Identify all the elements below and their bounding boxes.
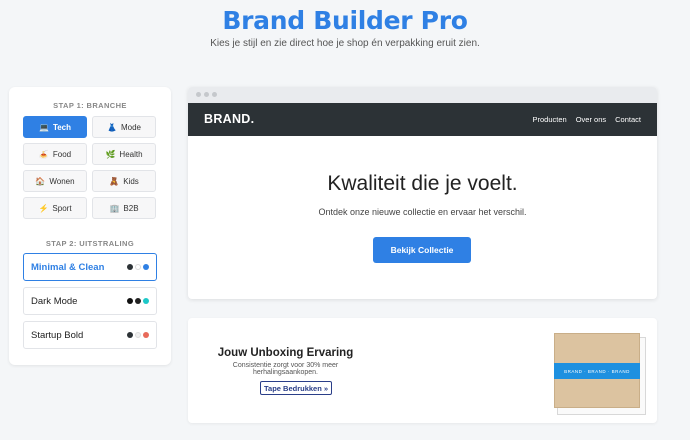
- category-grid: 💻 Tech 👗 Mode 🍝 Food 🌿 Health 🏠 Wonen 🧸 Kids ⚡ Sport 🏢…: [23, 116, 159, 219]
- app-title: Brand Builder Pro: [222, 6, 468, 35]
- category-label: Wonen: [49, 176, 75, 186]
- category-label: Mode: [120, 122, 141, 132]
- cta-button[interactable]: Bekijk Collectie: [373, 237, 471, 263]
- unboxing-card: Jouw Unboxing Ervaring Consistentie zorg…: [188, 318, 657, 423]
- style-option-label: Startup Bold: [31, 329, 84, 341]
- app-subtitle: Kies je stijl en zie direct hoe je shop …: [210, 38, 480, 49]
- color-swatch: [127, 264, 133, 270]
- color-swatch: [143, 298, 149, 304]
- category-label: Sport: [52, 203, 72, 213]
- nav-link-producten[interactable]: Producten: [533, 115, 567, 124]
- color-swatch: [135, 264, 141, 270]
- window-dot-icon: [196, 92, 201, 97]
- category-b2b-button[interactable]: 🏢 B2B: [92, 197, 156, 219]
- nav-link-contact[interactable]: Contact: [615, 115, 641, 124]
- brand-logo[interactable]: BRAND.: [204, 112, 254, 126]
- category-label: Food: [52, 149, 72, 159]
- style-option-dark-mode[interactable]: Dark Mode: [23, 287, 157, 315]
- window-dot-icon: [204, 92, 209, 97]
- step1-label: STAP 1: BRANCHE: [53, 101, 127, 110]
- category-sport-button[interactable]: ⚡ Sport: [23, 197, 87, 219]
- building-icon: 🏢: [109, 203, 120, 213]
- hero-title: Kwaliteit die je voelt.: [327, 172, 518, 195]
- style-option-startup-bold[interactable]: Startup Bold: [23, 321, 157, 349]
- teddy-bear-icon: 🧸: [109, 176, 120, 186]
- style-option-minimal-clean[interactable]: Minimal & Clean: [23, 253, 157, 281]
- window-dot-icon: [212, 92, 217, 97]
- category-food-button[interactable]: 🍝 Food: [23, 143, 87, 165]
- color-swatch: [135, 332, 141, 338]
- category-health-button[interactable]: 🌿 Health: [92, 143, 156, 165]
- preview-navbar: BRAND. Producten Over ons Contact: [188, 103, 657, 136]
- unboxing-title: Jouw Unboxing Ervaring: [217, 347, 354, 359]
- nav-link-over-ons[interactable]: Over ons: [576, 115, 606, 124]
- category-wonen-button[interactable]: 🏠 Wonen: [23, 170, 87, 192]
- sidebar-panel: STAP 1: BRANCHE 💻 Tech 👗 Mode 🍝 Food 🌿 Health 🏠 W…: [9, 87, 171, 365]
- house-icon: 🏠: [35, 176, 46, 186]
- browser-chrome: [188, 87, 657, 103]
- category-kids-button[interactable]: 🧸 Kids: [92, 170, 156, 192]
- color-swatches: [127, 298, 149, 304]
- color-swatch: [143, 332, 149, 338]
- unboxing-subtitle: Consistentie zorgt voor 30% meer herhali…: [232, 362, 339, 376]
- color-swatches: [127, 264, 149, 270]
- lightning-icon: ⚡: [38, 203, 49, 213]
- branded-tape: BRAND · BRAND · BRAND: [554, 363, 640, 379]
- hero-subtitle: Ontdek onze nieuwe collectie en ervaar h…: [318, 207, 527, 217]
- print-tape-button[interactable]: Tape Bedrukken »: [260, 381, 333, 395]
- color-swatch: [135, 298, 141, 304]
- dress-icon: 👗: [107, 122, 117, 132]
- preview-nav-links: Producten Over ons Contact: [533, 115, 642, 124]
- category-label: B2B: [123, 203, 139, 213]
- step2-label: STAP 2: UITSTRALING: [45, 239, 135, 248]
- category-tech-button[interactable]: 💻 Tech: [23, 116, 87, 138]
- shop-preview-window: BRAND. Producten Over ons Contact Kwalit…: [188, 87, 657, 299]
- laptop-icon: 💻: [38, 122, 49, 132]
- leaf-icon: 🌿: [105, 149, 116, 159]
- color-swatch: [127, 332, 133, 338]
- style-option-label: Minimal & Clean: [31, 261, 105, 273]
- category-label: Kids: [123, 176, 139, 186]
- color-swatch: [127, 298, 133, 304]
- food-icon: 🍝: [38, 149, 49, 159]
- category-mode-button[interactable]: 👗 Mode: [92, 116, 156, 138]
- color-swatches: [127, 332, 149, 338]
- category-label: Health: [119, 149, 143, 159]
- style-option-label: Dark Mode: [31, 295, 78, 307]
- color-swatch: [143, 264, 149, 270]
- category-label: Tech: [52, 122, 72, 132]
